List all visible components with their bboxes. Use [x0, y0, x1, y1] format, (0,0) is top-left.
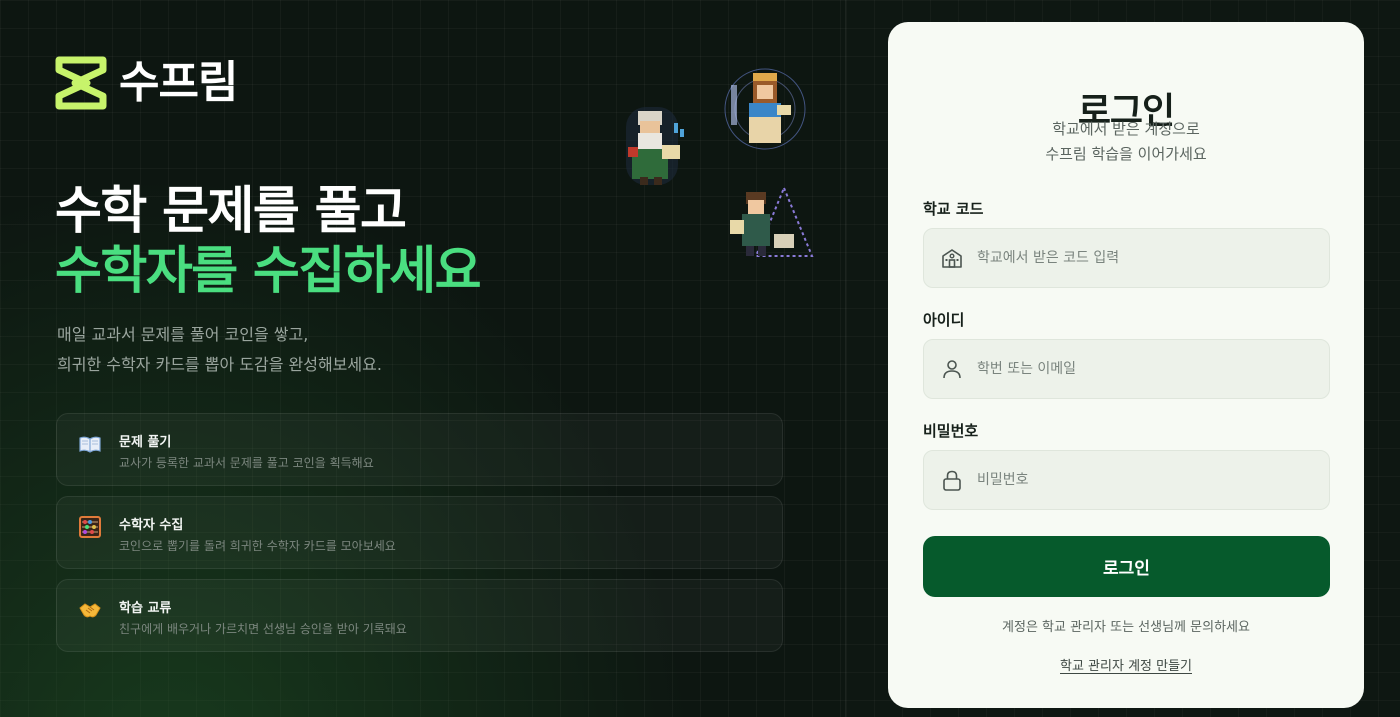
feature-desc: 코인으로 뽑기를 돌려 희귀한 수학자 카드를 모아보세요 [119, 539, 396, 553]
feature-list: 문제 풀기 교사가 등록한 교과서 문제를 풀고 코인을 획득해요 수학자 수집… [56, 413, 783, 662]
login-subtitle-line-1: 학교에서 받은 계정으로 [1052, 120, 1200, 138]
mathematician-greek-lady-pixel-icon [724, 68, 806, 150]
feature-card-solve: 문제 풀기 교사가 등록한 교과서 문제를 풀고 코인을 획득해요 [56, 413, 783, 486]
user-icon [943, 360, 961, 379]
feature-desc: 교사가 등록한 교과서 문제를 풀고 코인을 획득해요 [119, 456, 374, 470]
password-input[interactable] [977, 472, 1317, 488]
hero-desc-line-1: 매일 교과서 문제를 풀어 코인을 쌓고, [57, 325, 309, 344]
login-button[interactable]: 로그인 [923, 536, 1330, 597]
school-code-input[interactable] [977, 250, 1317, 266]
feature-title: 수학자 수집 [119, 518, 184, 533]
user-id-input[interactable] [977, 361, 1317, 377]
hero-description: 매일 교과서 문제를 풀어 코인을 쌓고, 희귀한 수학자 카드를 뽑아 도감을… [57, 320, 382, 380]
login-card: 로그인 학교에서 받은 계정으로 수프림 학습을 이어가세요 학교 코드 아이디… [888, 22, 1364, 708]
login-subtitle: 학교에서 받은 계정으로 수프림 학습을 이어가세요 [888, 117, 1364, 167]
feature-card-exchange: 학습 교류 친구에게 배우거나 가르치면 선생님 승인을 받아 기록돼요 [56, 579, 783, 652]
hero-heading: 수학 문제를 풀고 수학자를 수집하세요 [55, 182, 482, 302]
open-book-icon [79, 436, 101, 453]
account-notice: 계정은 학교 관리자 또는 선생님께 문의하세요 [1002, 620, 1250, 635]
hero-line-2: 수학자를 수집하세요 [55, 242, 482, 301]
brand-name: 수프림 [119, 57, 238, 108]
feature-title: 학습 교류 [119, 601, 172, 616]
feature-card-collect: 수학자 수집 코인으로 뽑기를 돌려 희귀한 수학자 카드를 모아보세요 [56, 496, 783, 569]
hero-desc-line-2: 희귀한 수학자 카드를 뽑아 도감을 완성해보세요. [57, 355, 382, 374]
handshake-icon [79, 603, 101, 618]
school-code-label: 학교 코드 [923, 200, 984, 218]
user-id-label: 아이디 [923, 311, 965, 329]
hourglass-x-logo-icon [55, 56, 107, 110]
create-admin-account-link[interactable]: 학교 관리자 계정 만들기 [888, 655, 1364, 674]
user-id-field[interactable] [923, 339, 1330, 399]
mathematician-pascal-triangle-pixel-icon [730, 185, 814, 257]
lock-icon [943, 470, 961, 491]
abacus-icon [79, 516, 101, 538]
feature-desc: 친구에게 배우거나 가르치면 선생님 승인을 받아 기록돼요 [119, 622, 407, 636]
school-building-icon [942, 249, 962, 268]
login-subtitle-line-2: 수프림 학습을 이어가세요 [1045, 145, 1207, 163]
hero-line-1: 수학 문제를 풀고 [55, 182, 407, 241]
feature-title: 문제 풀기 [119, 435, 172, 450]
password-label: 비밀번호 [923, 422, 979, 440]
create-admin-account-link-text[interactable]: 학교 관리자 계정 만들기 [1060, 659, 1192, 674]
password-field[interactable] [923, 450, 1330, 510]
brand-logo[interactable]: 수프림 [55, 56, 238, 110]
school-code-field[interactable] [923, 228, 1330, 288]
mathematician-old-sage-pixel-icon [626, 107, 684, 185]
